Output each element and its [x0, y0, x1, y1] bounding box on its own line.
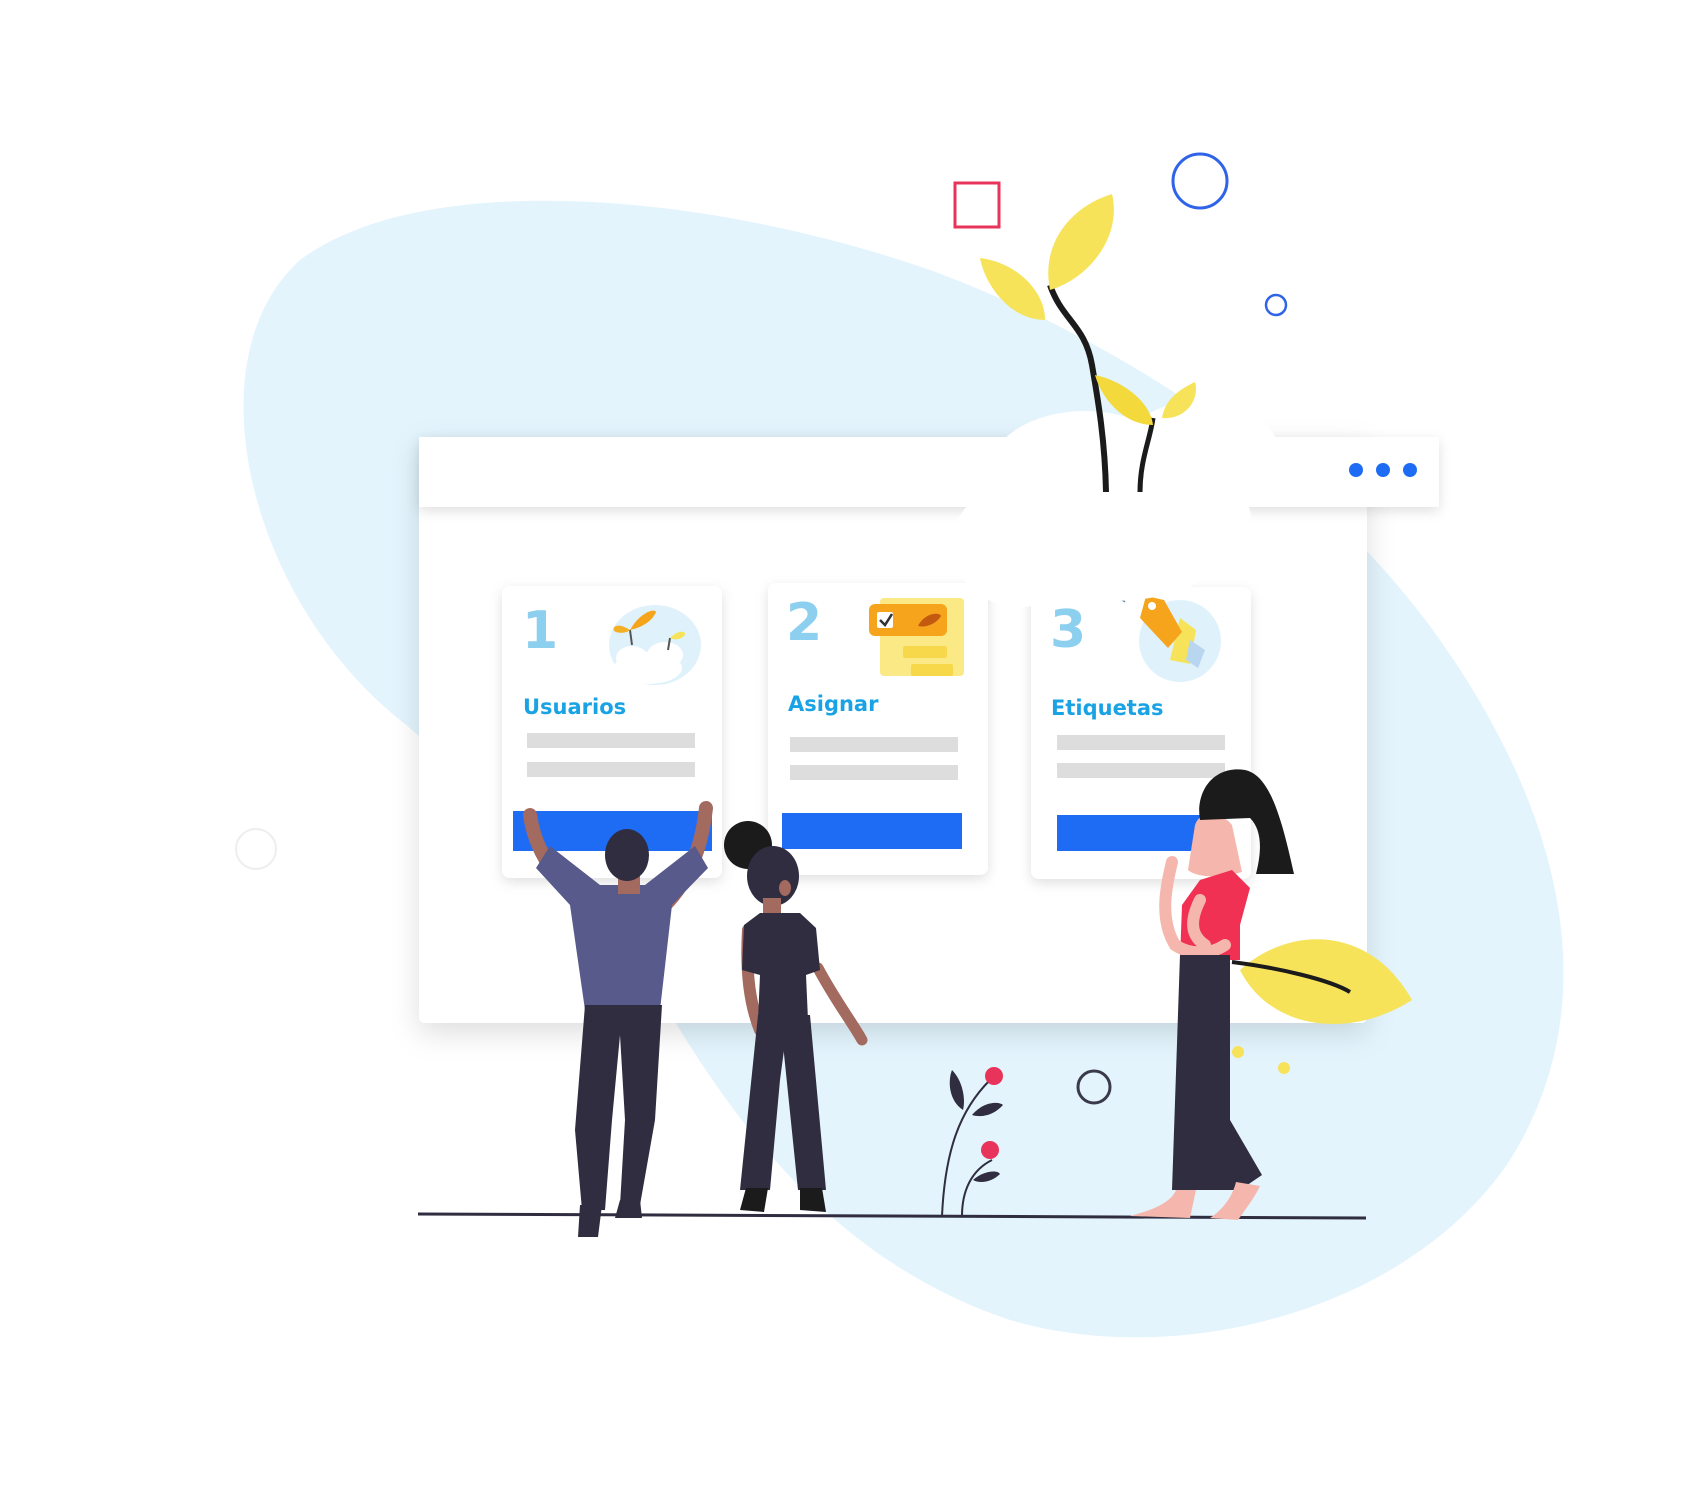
step-title: Usuarios: [523, 695, 626, 719]
placeholder-line: [790, 765, 958, 780]
circle-outline-small: [1264, 293, 1288, 317]
step-title: Asignar: [788, 692, 879, 716]
square-outline-shape: [953, 181, 1001, 229]
placeholder-line: [527, 733, 695, 748]
leaf: [1048, 194, 1114, 290]
step-number: 1: [522, 601, 558, 661]
step-card-asignar[interactable]: 2 Asignar: [768, 583, 988, 875]
placeholder-line: [1057, 735, 1225, 750]
circle-outline-faint: [235, 828, 277, 870]
placeholder-line: [1057, 763, 1225, 778]
step-action-button[interactable]: [782, 813, 962, 849]
more-dots-icon[interactable]: [1349, 463, 1417, 477]
step-number: 2: [786, 593, 822, 653]
sprout-cloud-icon: [609, 605, 701, 685]
placeholder-line: [790, 737, 958, 752]
placeholder-line: [527, 762, 695, 777]
circle-outline-large: [1171, 152, 1229, 210]
checklist-note-icon: [869, 598, 964, 676]
step-action-button[interactable]: [1057, 815, 1215, 851]
illustration: 1 Usuarios 2 Asignar 3 Etiquetas: [235, 152, 1564, 1338]
step-number: 3: [1050, 600, 1086, 660]
browser-window-titlebar: [419, 437, 1439, 507]
step-title: Etiquetas: [1051, 696, 1164, 720]
